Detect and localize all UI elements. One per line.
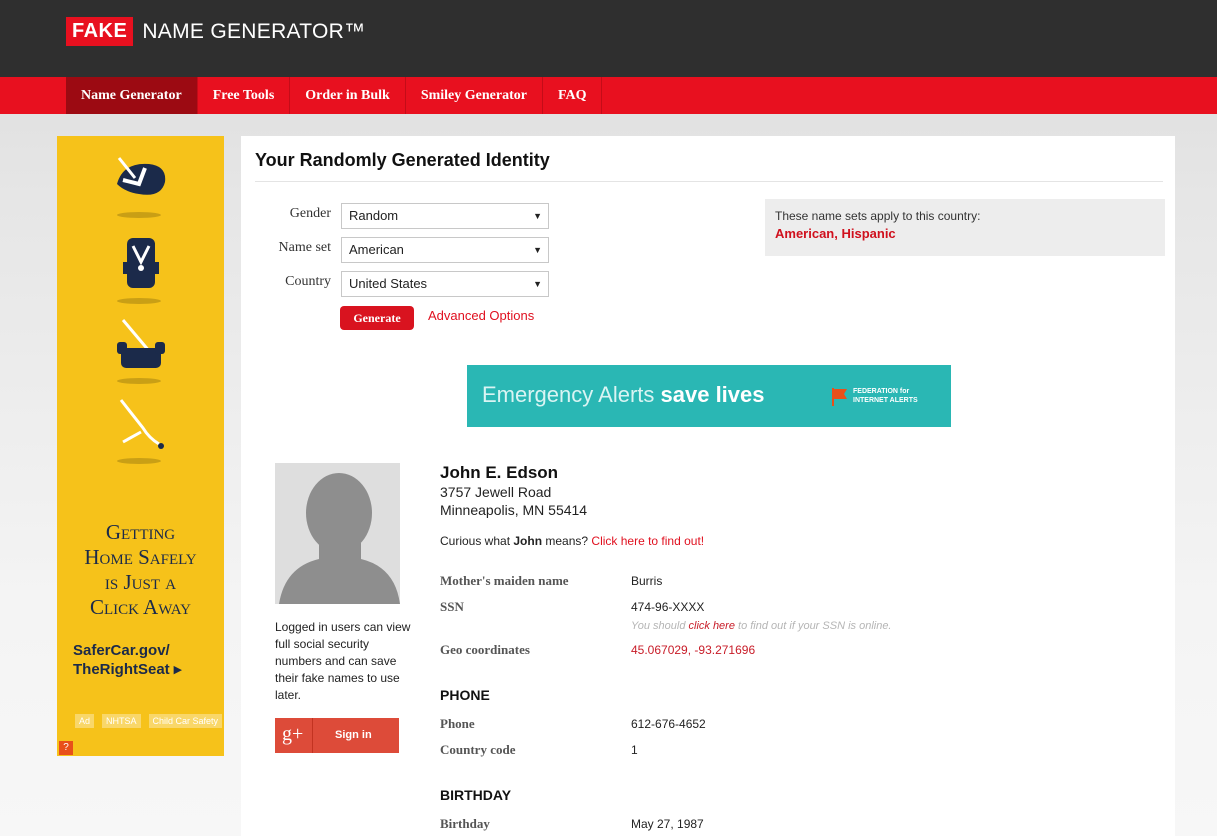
country-code-label: Country code xyxy=(440,742,516,757)
page-title: Your Randomly Generated Identity xyxy=(255,150,550,170)
nameset-select-value: American xyxy=(349,242,404,257)
google-signin-button[interactable]: g+ Sign in xyxy=(275,718,399,753)
ssn-value: 474-96-XXXX xyxy=(631,600,705,614)
site-header: FAKE NAME GENERATOR™ xyxy=(0,0,1217,77)
phone-section-heading: PHONE xyxy=(440,687,490,703)
phone-value: 612-676-4652 xyxy=(631,717,706,731)
nameset-label: Name set xyxy=(278,240,331,255)
maiden-name-label: Mother's maiden name xyxy=(440,573,569,588)
ad-logo: Ad xyxy=(75,714,95,728)
name-sets-note-text: These name sets apply to this country: xyxy=(775,209,981,223)
birthday-section-heading: BIRTHDAY xyxy=(440,787,512,803)
ad-link[interactable]: SaferCar.gov/ TheRightSeat ▸ xyxy=(73,641,181,679)
ad-sponsor-logos: Ad NHTSA Child Car Safety xyxy=(75,714,223,728)
flag-icon xyxy=(832,388,847,406)
name-sets-note: These name sets apply to this country: A… xyxy=(765,199,1165,256)
nav-bar: Name Generator Free Tools Order in Bulk … xyxy=(0,77,1217,114)
ssn-note-pre: You should xyxy=(631,620,689,632)
nav-item-smiley-generator[interactable]: Smiley Generator xyxy=(406,77,543,114)
main-panel: Your Randomly Generated Identity Gender … xyxy=(241,136,1175,836)
logo-badge: FAKE xyxy=(66,17,134,46)
nhtsa-logo: NHTSA xyxy=(102,714,141,728)
ssn-note-post: to find out if your SSN is online. xyxy=(734,620,892,632)
shadow-decoration xyxy=(117,298,161,304)
infant-seat-icon xyxy=(57,154,224,202)
ad-headline-line: Click Away xyxy=(89,595,192,619)
identity-name: John E. Edson xyxy=(440,463,559,482)
dropdown-arrow-icon: ▼ xyxy=(533,279,542,289)
nav-item-name-generator[interactable]: Name Generator xyxy=(66,77,198,114)
country-label: Country xyxy=(285,274,331,289)
ssn-note: You should click here to find out if you… xyxy=(631,620,892,632)
generate-button[interactable]: Generate xyxy=(340,306,414,330)
child-seat-icon xyxy=(57,232,224,294)
nameset-select[interactable]: American ▼ xyxy=(341,237,549,263)
ad-headline-line: is Just a xyxy=(104,570,177,594)
login-note: Logged in users can view full social sec… xyxy=(275,620,411,702)
person-silhouette-icon xyxy=(279,473,400,604)
nav-item-faq[interactable]: FAQ xyxy=(543,77,603,114)
geo-label: Geo coordinates xyxy=(440,642,530,657)
google-plus-icon: g+ xyxy=(282,723,304,745)
advanced-options-link[interactable]: Advanced Options xyxy=(428,308,534,323)
curious-prefix: Curious what xyxy=(440,534,514,548)
shadow-decoration xyxy=(117,458,161,464)
main-nav: Name Generator Free Tools Order in Bulk … xyxy=(66,77,603,114)
avatar xyxy=(275,463,400,604)
ssn-label: SSN xyxy=(440,599,464,614)
ad-link-line: TheRightSeat ▸ xyxy=(73,661,182,678)
banner-org-line: INTERNET ALERTS xyxy=(853,397,918,404)
ssn-check-link[interactable]: click here xyxy=(689,620,735,632)
signin-label: Sign in xyxy=(335,729,372,741)
country-code-value: 1 xyxy=(631,743,638,757)
site-logo[interactable]: FAKE NAME GENERATOR™ xyxy=(66,17,365,46)
birthday-label: Birthday xyxy=(440,816,490,831)
phone-label: Phone xyxy=(440,716,475,731)
banner-text: Emergency Alerts save lives xyxy=(482,382,765,408)
name-meaning-line: Curious what John means? Click here to f… xyxy=(440,534,704,548)
side-advertisement[interactable]: Getting Home Safely is Just a Click Away… xyxy=(57,136,224,756)
ad-link-line: SaferCar.gov/ xyxy=(73,642,170,659)
banner-org: FEDERATION for INTERNET ALERTS xyxy=(853,387,918,405)
banner-org-line: FEDERATION for xyxy=(853,388,910,395)
nav-item-order-in-bulk[interactable]: Order in Bulk xyxy=(290,77,406,114)
ad-headline-line: Home Safely xyxy=(84,545,197,569)
dropdown-arrow-icon: ▼ xyxy=(533,245,542,255)
banner-advertisement[interactable]: Emergency Alerts save lives FEDERATION f… xyxy=(467,365,951,427)
gender-label: Gender xyxy=(289,206,331,221)
maiden-name-value: Burris xyxy=(631,574,663,588)
seat-belt-icon xyxy=(57,398,224,454)
address-street: 3757 Jewell Road xyxy=(440,484,552,500)
ad-headline: Getting Home Safely is Just a Click Away xyxy=(57,520,224,620)
address-city: Minneapolis, MN 55414 xyxy=(440,502,588,518)
birthday-value: May 27, 1987 xyxy=(631,817,704,831)
title-divider xyxy=(255,181,1163,182)
banner-text-bold: save lives xyxy=(660,382,765,407)
shadow-decoration xyxy=(117,212,161,218)
booster-seat-icon xyxy=(57,318,224,374)
button-divider xyxy=(312,718,313,753)
name-meaning-link[interactable]: Click here to find out! xyxy=(591,534,704,548)
ad-headline-line: Getting xyxy=(105,520,176,544)
adchoices-icon[interactable]: ? xyxy=(59,741,73,755)
child-car-safety-logo: Child Car Safety xyxy=(148,714,223,728)
logo-text: NAME GENERATOR™ xyxy=(142,19,366,43)
gender-select-value: Random xyxy=(349,208,399,223)
shadow-decoration xyxy=(117,378,161,384)
curious-name: John xyxy=(513,534,543,548)
country-select[interactable]: United States ▼ xyxy=(341,271,549,297)
dropdown-arrow-icon: ▼ xyxy=(533,211,542,221)
nav-item-free-tools[interactable]: Free Tools xyxy=(198,77,291,114)
gender-select[interactable]: Random ▼ xyxy=(341,203,549,229)
country-select-value: United States xyxy=(349,276,428,291)
curious-mid: means? xyxy=(542,534,592,548)
banner-text-light: Emergency Alerts xyxy=(482,382,661,407)
geo-coordinates-link[interactable]: 45.067029, -93.271696 xyxy=(631,643,755,657)
name-sets-list: American, Hispanic xyxy=(775,226,896,241)
